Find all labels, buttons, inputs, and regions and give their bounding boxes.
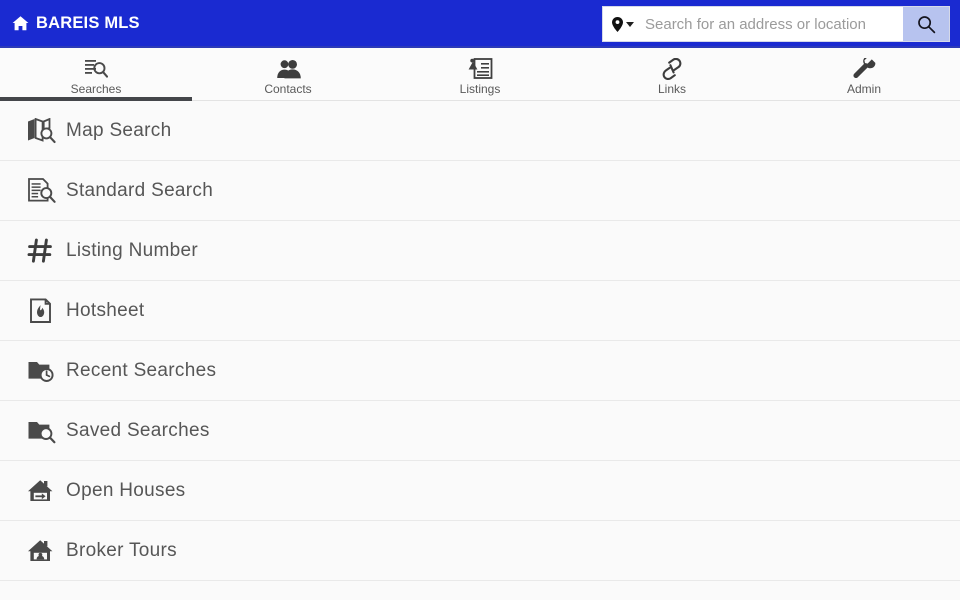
tab-label: Searches <box>70 81 122 96</box>
search-submit-button[interactable] <box>903 7 949 41</box>
menu-item-map-search[interactable]: Map Search <box>0 101 960 161</box>
listing-photo-icon <box>468 56 493 80</box>
menu-item-recent-searches[interactable]: Recent Searches <box>0 341 960 401</box>
menu-item-label: Listing Number <box>66 240 198 261</box>
menu-item-label: Hotsheet <box>66 300 145 321</box>
menu-item-label: Standard Search <box>66 180 214 201</box>
tab-searches[interactable]: Searches <box>0 48 192 101</box>
chain-link-icon <box>660 56 684 80</box>
flame-document-icon <box>18 297 66 324</box>
menu-item-label: Recent Searches <box>66 360 217 381</box>
menu-item-standard-search[interactable]: Standard Search <box>0 161 960 221</box>
house-person-icon <box>18 538 66 564</box>
menu-item-label: Map Search <box>66 120 172 141</box>
hash-icon <box>18 238 66 264</box>
menu-item-label: Broker Tours <box>66 540 177 561</box>
folder-search-icon <box>18 418 66 444</box>
map-pin-icon <box>612 16 623 32</box>
tab-links[interactable]: Links <box>576 48 768 100</box>
search-input[interactable] <box>643 7 903 41</box>
tab-label: Contacts <box>264 81 312 96</box>
house-arrow-icon <box>18 478 66 504</box>
map-search-icon <box>18 117 66 144</box>
wrench-icon <box>852 56 876 80</box>
search-bar <box>602 6 950 42</box>
folder-clock-icon <box>18 358 66 384</box>
tab-admin[interactable]: Admin <box>768 48 960 100</box>
brand-title: BAREIS MLS <box>36 13 140 32</box>
tab-contacts[interactable]: Contacts <box>192 48 384 100</box>
document-search-icon <box>18 177 66 204</box>
menu-item-saved-searches[interactable]: Saved Searches <box>0 401 960 461</box>
menu-item-label: Saved Searches <box>66 420 210 441</box>
search-icon <box>917 15 936 34</box>
searches-menu-list: Map Search Standard Search Listing Numbe… <box>0 101 960 581</box>
menu-item-broker-tours[interactable]: Broker Tours <box>0 521 960 581</box>
main-tabbar: Searches Contacts Listings Links Admin <box>0 48 960 101</box>
document-search-icon <box>84 56 108 80</box>
tab-label: Listings <box>459 81 501 96</box>
tab-label: Links <box>657 81 686 96</box>
chevron-down-icon <box>626 21 634 27</box>
home-icon <box>12 15 29 32</box>
users-icon <box>275 56 301 80</box>
menu-item-label: Open Houses <box>66 480 186 501</box>
location-type-selector[interactable] <box>603 7 643 41</box>
menu-item-hotsheet[interactable]: Hotsheet <box>0 281 960 341</box>
menu-item-listing-number[interactable]: Listing Number <box>0 221 960 281</box>
tab-listings[interactable]: Listings <box>384 48 576 100</box>
menu-item-open-houses[interactable]: Open Houses <box>0 461 960 521</box>
app-header: BAREIS MLS <box>0 0 960 48</box>
tab-label: Admin <box>846 81 881 96</box>
brand: BAREIS MLS <box>12 15 140 32</box>
